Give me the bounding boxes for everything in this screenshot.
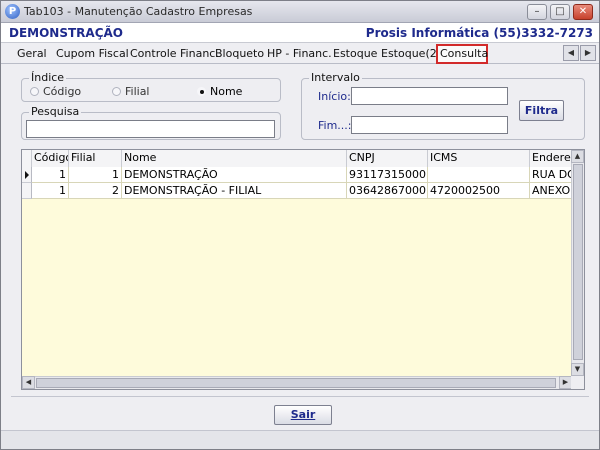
results-grid[interactable]: Código Filial Nome CNPJ ICMS Endereço 1 … [21, 149, 585, 390]
vertical-scrollbar[interactable]: ▲ ▼ [571, 150, 584, 376]
radio-filial[interactable]: Filial [112, 85, 150, 98]
radio-codigo-label: Código [43, 85, 82, 98]
tab-controle-financ[interactable]: Controle Financ. [128, 46, 221, 63]
column-header-filial[interactable]: Filial [69, 150, 122, 167]
sair-button[interactable]: Sair [274, 405, 332, 425]
indice-group: Índice Código Filial Nome [21, 71, 281, 102]
cell-codigo[interactable]: 1 [32, 183, 69, 199]
tab-geral[interactable]: Geral [15, 46, 49, 63]
cell-filial[interactable]: 1 [69, 167, 122, 183]
bottom-separator [11, 396, 589, 397]
grid-corner-cell [22, 150, 32, 167]
column-header-icms[interactable]: ICMS [428, 150, 530, 167]
cell-nome[interactable]: DEMONSTRAÇÃO - FILIAL [122, 183, 347, 199]
cell-nome[interactable]: DEMONSTRAÇÃO [122, 167, 347, 183]
pesquisa-group: Pesquisa [21, 105, 281, 140]
current-row-indicator-icon [22, 167, 32, 183]
intervalo-group: Intervalo Início: Fim...: Filtra [301, 71, 585, 140]
table-row[interactable]: 1 2 DEMONSTRAÇÃO - FILIAL 03642867000139… [22, 183, 573, 199]
vertical-scroll-thumb[interactable] [573, 164, 583, 360]
tab-estoque-2[interactable]: Estoque(2) [379, 46, 443, 63]
intervalo-label: Intervalo [309, 71, 362, 84]
column-header-cnpj[interactable]: CNPJ [347, 150, 428, 167]
radio-codigo-icon [30, 87, 39, 96]
app-logo-icon: P [5, 4, 20, 19]
close-button[interactable]: ✕ [573, 4, 593, 20]
radio-filial-label: Filial [125, 85, 150, 98]
tab-consulta[interactable]: Consulta [436, 44, 488, 64]
radio-codigo[interactable]: Código [30, 85, 81, 98]
scroll-down-icon[interactable]: ▼ [571, 363, 584, 376]
cell-cnpj[interactable]: 93117315000102 [347, 167, 428, 183]
pesquisa-input[interactable] [26, 120, 275, 138]
column-header-endereco[interactable]: Endereço [530, 150, 573, 167]
scroll-up-icon[interactable]: ▲ [571, 150, 584, 163]
scrollbar-corner [571, 376, 584, 389]
cell-endereco[interactable]: RUA DO [530, 167, 573, 183]
tab-bloqueto[interactable]: Bloqueto [213, 46, 266, 63]
radio-filial-icon [112, 87, 121, 96]
horizontal-scroll-thumb[interactable] [36, 378, 556, 388]
cell-filial[interactable]: 2 [69, 183, 122, 199]
maximize-button[interactable]: □ [550, 4, 570, 20]
column-header-nome[interactable]: Nome [122, 150, 347, 167]
fim-input[interactable] [351, 116, 508, 134]
company-name: DEMONSTRAÇÃO [9, 26, 123, 40]
grid-header: Código Filial Nome CNPJ ICMS Endereço [22, 150, 573, 167]
row-indicator [22, 183, 32, 199]
tab-hp-financ[interactable]: HP - Financ. [265, 46, 334, 63]
cell-codigo[interactable]: 1 [32, 167, 69, 183]
cell-icms[interactable]: 4720002500 [428, 183, 530, 199]
radio-nome-icon [197, 87, 206, 96]
tab-cupom-fiscal[interactable]: Cupom Fiscal [54, 46, 131, 63]
tab-estoque[interactable]: Estoque [331, 46, 379, 63]
cell-cnpj[interactable]: 03642867000139 [347, 183, 428, 199]
cell-endereco[interactable]: ANEXO [530, 183, 573, 199]
tab-scroll-right-icon[interactable]: ▶ [580, 45, 596, 61]
main-window: P Tab103 - Manutenção Cadastro Empresas … [0, 0, 600, 450]
horizontal-scrollbar[interactable]: ◀ ▶ [22, 376, 573, 389]
window-title: Tab103 - Manutenção Cadastro Empresas [24, 5, 253, 18]
header-band: DEMONSTRAÇÃO Prosis Informática (55)3332… [1, 23, 599, 43]
radio-nome-label: Nome [210, 85, 243, 98]
filtra-button[interactable]: Filtra [519, 100, 564, 121]
pesquisa-label: Pesquisa [29, 105, 82, 118]
cell-icms[interactable] [428, 167, 530, 183]
status-bar [1, 430, 599, 449]
fim-label: Fim...: [318, 119, 352, 132]
table-row[interactable]: 1 1 DEMONSTRAÇÃO 93117315000102 RUA DO [22, 167, 573, 183]
scroll-left-icon[interactable]: ◀ [22, 376, 35, 389]
column-header-codigo[interactable]: Código [32, 150, 69, 167]
tab-strip: Geral Cupom Fiscal Controle Financ. Bloq… [1, 43, 599, 64]
indice-label: Índice [29, 71, 67, 84]
inicio-input[interactable] [351, 87, 508, 105]
title-bar[interactable]: P Tab103 - Manutenção Cadastro Empresas … [1, 1, 599, 23]
minimize-button[interactable]: – [527, 4, 547, 20]
brand-contact: Prosis Informática (55)3332-7273 [365, 26, 593, 40]
tab-scroll-left-icon[interactable]: ◀ [563, 45, 579, 61]
inicio-label: Início: [318, 90, 351, 103]
radio-nome[interactable]: Nome [197, 85, 242, 98]
